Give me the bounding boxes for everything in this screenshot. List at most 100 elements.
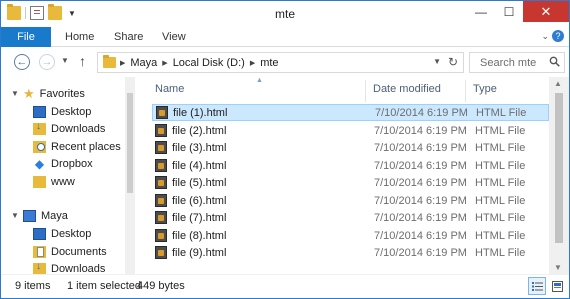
file-list: ▲ Name Date modified Type file (1).html … [138,77,549,274]
breadcrumb-drive[interactable]: Local Disk (D:) [173,57,245,69]
file-name-cell: file (8).html [152,229,366,242]
file-date: 7/10/2014 6:19 PM [374,211,467,224]
address-bar[interactable]: ▶ Maya ▶ Local Disk (D:) ▶ mte ▼ ↻ [97,52,464,73]
status-bar: 9 items 1 item selected 449 bytes [1,274,569,298]
search-input[interactable] [470,53,548,72]
file-name: file (2).html [172,124,227,137]
minimize-button[interactable]: — [467,1,495,22]
explorer-window: ▼ mte — ☐ ✕ File Home Share View ⌄ ? ← →… [0,0,570,299]
downloads-icon [33,121,46,135]
sidebar-item-documents[interactable]: Documents [33,243,107,260]
file-row[interactable]: file (9).html 7/10/2014 6:19 PM HTML Fil… [152,244,549,261]
navigation-pane: ▼ ★ Favorites Desktop Downloads Recent p… [1,77,136,274]
details-view-icon [532,282,543,291]
address-history-icon[interactable]: ▼ [433,57,441,66]
column-header-type[interactable]: Type [466,80,549,102]
sidebar-item-recent-places[interactable]: Recent places [33,138,121,155]
address-row: ← → ▼ ↑ ▶ Maya ▶ Local Disk (D:) ▶ mte ▼… [1,48,569,76]
ribbon-tabs: File Home Share View ⌄ ? [1,27,569,47]
file-row[interactable]: file (2).html 7/10/2014 6:19 PM HTML Fil… [152,122,549,139]
file-date: 7/10/2014 6:19 PM [375,106,468,119]
sidebar-item-label: www [51,175,75,188]
file-name-cell: file (3).html [152,141,366,154]
expand-icon[interactable]: ▼ [11,89,19,98]
file-row[interactable]: file (8).html 7/10/2014 6:19 PM HTML Fil… [152,227,549,244]
file-type: HTML File [475,194,526,207]
title-bar: ▼ mte — ☐ ✕ [1,1,569,27]
html-file-icon [155,211,167,224]
file-row[interactable]: file (3).html 7/10/2014 6:19 PM HTML Fil… [152,139,549,156]
sidebar-item-label: Desktop [51,105,92,118]
refresh-icon[interactable]: ↻ [448,55,458,69]
help-icon[interactable]: ? [552,30,564,42]
file-type: HTML File [475,141,526,154]
tab-file[interactable]: File [1,27,51,47]
chevron-right-icon[interactable]: ▶ [250,59,255,67]
selection-size: 449 bytes [137,280,185,292]
sidebar-item-www[interactable]: www [33,173,75,190]
close-button[interactable]: ✕ [523,1,569,22]
recent-locations-icon[interactable]: ▼ [61,56,69,65]
chevron-right-icon[interactable]: ▶ [120,59,125,67]
up-arrow-icon[interactable]: ↑ [79,53,86,69]
file-name-cell: file (4).html [152,159,366,172]
file-row[interactable]: file (1).html 7/10/2014 6:19 PM HTML Fil… [152,104,549,121]
file-type: HTML File [476,106,527,119]
file-date: 7/10/2014 6:19 PM [374,159,467,172]
html-file-icon [155,141,167,154]
html-file-icon [155,176,167,189]
large-icons-view-icon [552,281,563,292]
file-name: file (5).html [172,176,227,189]
column-header-name[interactable]: Name [148,80,366,102]
column-header-date[interactable]: Date modified [366,80,466,102]
file-row[interactable]: file (4).html 7/10/2014 6:19 PM HTML Fil… [152,157,549,174]
sidebar-item-dropbox[interactable]: ◆ Dropbox [33,155,93,172]
file-type: HTML File [475,211,526,224]
sidebar-item-label: Downloads [51,122,106,135]
tab-view[interactable]: View [162,27,186,47]
file-name-cell: file (9).html [152,246,366,259]
file-row[interactable]: file (6).html 7/10/2014 6:19 PM HTML Fil… [152,192,549,209]
scroll-up-icon[interactable]: ▲ [554,79,562,88]
file-date: 7/10/2014 6:19 PM [374,124,467,137]
dropbox-icon: ◆ [34,156,45,171]
search-icon[interactable] [549,56,560,67]
maximize-button[interactable]: ☐ [495,1,523,22]
expand-icon[interactable]: ▼ [11,211,19,220]
file-name: file (3).html [172,141,227,154]
file-list-scrollbar[interactable]: ▲ ▼ [549,77,569,274]
scroll-down-icon[interactable]: ▼ [554,263,562,272]
file-name-cell: file (6).html [152,194,366,207]
back-button[interactable]: ← [14,54,30,70]
sidebar-item-favorites[interactable]: ★ Favorites [23,85,85,102]
breadcrumb-folder[interactable]: mte [260,57,278,69]
file-date: 7/10/2014 6:19 PM [374,141,467,154]
sidebar-item-pc-downloads[interactable]: Downloads [33,260,105,274]
file-row[interactable]: file (5).html 7/10/2014 6:19 PM HTML Fil… [152,174,549,191]
forward-button[interactable]: → [39,54,55,70]
chevron-down-icon[interactable]: ⌄ [541,31,549,42]
tab-share[interactable]: Share [114,27,143,47]
sidebar-item-desktop[interactable]: Desktop [33,103,91,120]
navigation-scrollbar[interactable] [125,77,135,274]
file-name: file (9).html [172,246,227,259]
sidebar-item-pc-desktop[interactable]: Desktop [33,225,91,242]
scrollbar-thumb[interactable] [555,93,563,243]
sidebar-item-downloads[interactable]: Downloads [33,120,105,137]
computer-icon [23,209,36,222]
tab-home[interactable]: Home [65,27,94,47]
breadcrumb-pc[interactable]: Maya [130,57,157,69]
file-row[interactable]: file (7).html 7/10/2014 6:19 PM HTML Fil… [152,209,549,226]
file-date: 7/10/2014 6:19 PM [374,194,467,207]
large-icons-view-button[interactable] [548,277,566,295]
file-type: HTML File [475,176,526,189]
chevron-right-icon[interactable]: ▶ [162,59,167,67]
folder-icon [33,175,46,188]
html-file-icon [155,246,167,259]
sidebar-item-this-pc[interactable]: Maya [23,207,68,224]
details-view-button[interactable] [528,277,546,295]
scrollbar-thumb[interactable] [127,93,133,193]
folder-icon [103,55,116,68]
file-date: 7/10/2014 6:19 PM [374,229,467,242]
html-file-icon [155,229,167,242]
